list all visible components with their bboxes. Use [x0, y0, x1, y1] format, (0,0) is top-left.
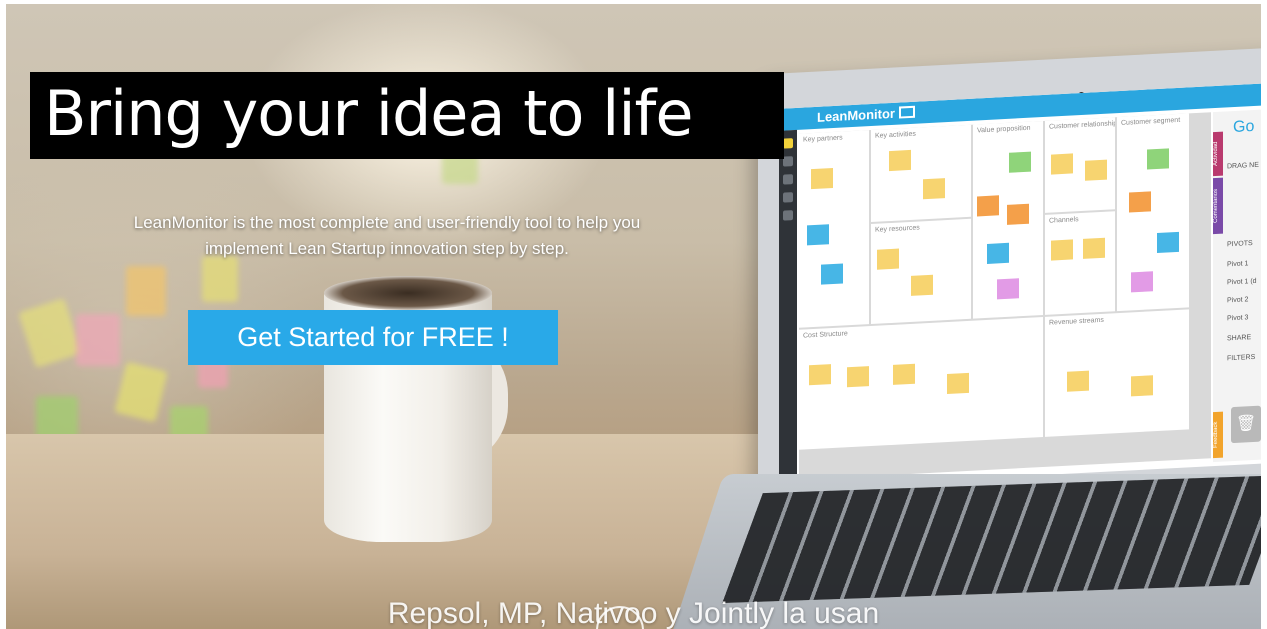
- sticky-note: [923, 178, 945, 200]
- sticky-note: [821, 263, 843, 285]
- sticky-note: [1007, 203, 1029, 225]
- sticky-note: [1083, 237, 1105, 259]
- hero-subtitle-line1: LeanMonitor is the most complete and use…: [133, 213, 641, 232]
- sticky-note: [911, 274, 933, 296]
- block-customer-segment: Customer segment: [1117, 113, 1189, 312]
- sticky-note: [1009, 151, 1031, 173]
- hero-subtitle: LeanMonitor is the most complete and use…: [26, 210, 748, 262]
- side-row: DRAG NE: [1227, 161, 1259, 171]
- block-label: Key partners: [803, 134, 843, 144]
- block-label: Revenue streams: [1049, 316, 1104, 327]
- side-go-label: Go: [1233, 117, 1255, 137]
- block-label: Channels: [1049, 216, 1079, 225]
- block-revenue-streams: Revenue streams: [1045, 309, 1189, 437]
- sticky-note: [987, 242, 1009, 264]
- sticky-note: [1085, 159, 1107, 181]
- sticky-note: [1131, 375, 1153, 397]
- side-row: Pivot 2: [1227, 296, 1249, 305]
- rail-item-icon: [783, 192, 793, 203]
- sticky-note: [1157, 231, 1179, 254]
- side-row: Pivot 1 (d: [1227, 277, 1257, 287]
- block-label: Key activities: [875, 130, 916, 140]
- tab-feedback: Feedback: [1213, 411, 1223, 459]
- block-key-resources: Key resources: [871, 218, 971, 325]
- block-value-proposition: Value proposition: [973, 121, 1043, 319]
- background-sticky-note: [114, 361, 168, 423]
- background-sticky-note: [76, 314, 120, 366]
- sticky-note: [997, 278, 1019, 300]
- trash-icon: 🗑: [1231, 405, 1261, 444]
- sticky-note: [877, 248, 899, 270]
- rail-add-icon: [783, 210, 793, 221]
- block-cost-structure: Cost Structure: [799, 317, 1043, 450]
- block-key-partners: Key partners: [799, 130, 869, 328]
- sticky-note: [1129, 191, 1151, 213]
- app-brand: LeanMonitor: [817, 105, 895, 125]
- laptop-keyboard: [722, 474, 1261, 604]
- side-row: FILTERS: [1227, 353, 1256, 363]
- sticky-note: [1051, 153, 1073, 175]
- app-screenshot: LeanMonitor Key partners Key activities …: [779, 83, 1261, 489]
- sticky-note: [893, 363, 915, 385]
- side-row: SHARE: [1227, 334, 1252, 343]
- sticky-note: [977, 195, 999, 217]
- business-model-canvas: Key partners Key activities Value propos…: [799, 112, 1211, 480]
- sticky-note: [1051, 239, 1073, 261]
- block-label: Value proposition: [977, 124, 1031, 135]
- side-row: Pivot 1: [1227, 260, 1249, 269]
- rail-item-icon: [783, 156, 793, 167]
- get-started-button[interactable]: Get Started for FREE !: [188, 310, 558, 365]
- block-customer-relationships: Customer relationships: [1045, 117, 1115, 213]
- sticky-note: [947, 372, 969, 395]
- block-label: Key resources: [875, 224, 920, 234]
- mug-rim: [324, 276, 492, 310]
- block-channels: Channels: [1045, 211, 1115, 315]
- app-side-panel: Actividad Comentarios Feedback Go DRAG N…: [1213, 109, 1261, 463]
- tab-comments: Comentarios: [1213, 177, 1223, 235]
- tab-activity: Actividad: [1213, 131, 1223, 177]
- background-sticky-note: [18, 298, 82, 368]
- block-label: Customer segment: [1121, 116, 1181, 127]
- sticky-note: [1147, 148, 1169, 170]
- background-sticky-note: [126, 266, 166, 316]
- brand-logo-icon: [899, 105, 915, 119]
- block-label: Customer relationships: [1049, 119, 1115, 131]
- hero-section: LeanMonitor Key partners Key activities …: [6, 4, 1261, 629]
- app-left-rail: [779, 129, 797, 489]
- rail-item-icon: [783, 174, 793, 185]
- side-row: Pivot 3: [1227, 314, 1249, 323]
- sticky-note: [847, 366, 869, 388]
- sticky-note: [807, 224, 829, 246]
- sticky-note: [1067, 370, 1089, 392]
- sticky-note: [889, 149, 911, 172]
- background-sticky-note: [202, 256, 238, 302]
- sticky-note: [811, 168, 833, 190]
- sticky-note: [809, 364, 831, 386]
- sticky-note: [1131, 271, 1153, 293]
- side-row: PIVOTS: [1227, 240, 1253, 249]
- hero-subtitle-line2: implement Lean Startup innovation step b…: [205, 239, 569, 258]
- block-key-activities: Key activities: [871, 124, 971, 223]
- hero-headline: Bring your idea to life: [30, 72, 784, 159]
- rail-canvas-icon: [783, 138, 793, 149]
